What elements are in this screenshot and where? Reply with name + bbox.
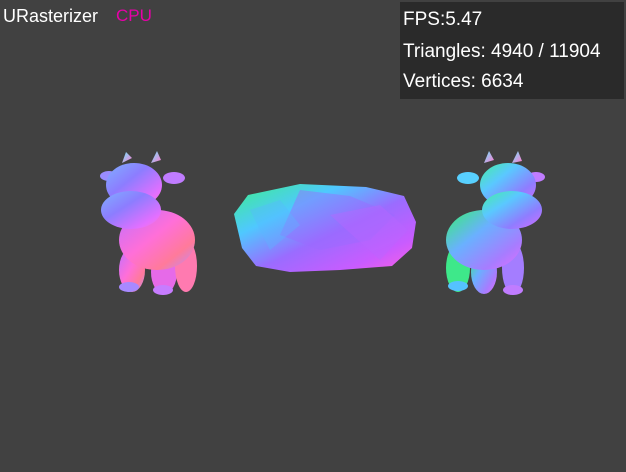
vertex-count-readout: Vertices: 6634 <box>403 71 524 92</box>
rock-model <box>234 184 416 272</box>
render-viewport: URasterizer CPU FPS:5.47 Triangles: 4940… <box>0 0 626 472</box>
cow-model-left <box>100 151 197 295</box>
triangle-count-readout: Triangles: 4940 / 11904 <box>403 41 601 62</box>
cow-model-right <box>446 151 545 295</box>
renderer-mode-label: CPU <box>116 6 152 25</box>
stats-panel: FPS:5.47 Triangles: 4940 / 11904 Vertice… <box>400 2 624 99</box>
fps-readout: FPS:5.47 <box>403 9 483 30</box>
app-title: URasterizer <box>3 6 99 26</box>
